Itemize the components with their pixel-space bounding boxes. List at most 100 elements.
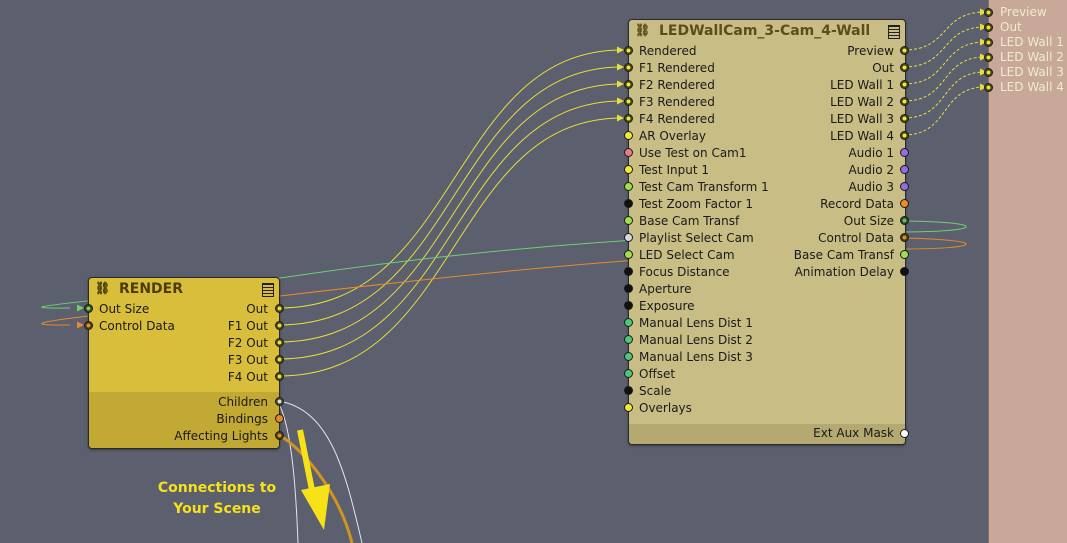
affecting-lights-wire[interactable] bbox=[278, 433, 354, 543]
render-output-port[interactable] bbox=[274, 337, 284, 347]
render-output-port[interactable] bbox=[274, 371, 284, 381]
led-input-port[interactable] bbox=[623, 45, 633, 55]
render-output-port[interactable] bbox=[274, 320, 284, 330]
led-output-port[interactable] bbox=[899, 130, 909, 140]
caption-line: Your Scene bbox=[173, 501, 261, 517]
render-menu-icon[interactable] bbox=[262, 283, 274, 297]
led-input-label: Overlays bbox=[639, 401, 692, 415]
bindings-port[interactable] bbox=[274, 413, 284, 423]
led-to-external-wire[interactable] bbox=[903, 26, 986, 68]
render-aux-label: Affecting Lights bbox=[174, 429, 268, 443]
led-to-external-wire[interactable] bbox=[903, 11, 986, 51]
led-aux-label: Ext Aux Mask bbox=[813, 426, 894, 440]
led-output-port[interactable] bbox=[899, 215, 909, 225]
render-node-title[interactable]: ⛓ RENDER bbox=[95, 281, 183, 297]
led-input-port[interactable] bbox=[623, 385, 633, 395]
led-output-port[interactable] bbox=[899, 62, 909, 72]
led-output-label: LED Wall 2 bbox=[830, 95, 894, 109]
led-input-port[interactable] bbox=[623, 198, 633, 208]
led-output-label: LED Wall 4 bbox=[830, 129, 894, 143]
led-output-label: Out Size bbox=[843, 214, 894, 228]
render-node[interactable]: ⛓ RENDER Out Size Control Data Out F1 Out… bbox=[88, 277, 280, 449]
children-port[interactable] bbox=[274, 396, 284, 406]
out-size-input-port[interactable] bbox=[83, 303, 93, 313]
led-input-label: F3 Rendered bbox=[639, 95, 715, 109]
led-node-title[interactable]: ⛓ LEDWallCam_3-Cam_4-Wall bbox=[635, 23, 870, 39]
led-input-label: Manual Lens Dist 1 bbox=[639, 316, 753, 330]
led-output-port[interactable] bbox=[899, 232, 909, 242]
led-output-port[interactable] bbox=[899, 79, 909, 89]
render-to-led-wire[interactable] bbox=[278, 49, 623, 309]
led-to-external-wire[interactable] bbox=[903, 71, 986, 119]
led-input-port[interactable] bbox=[623, 334, 633, 344]
led-input-port[interactable] bbox=[623, 351, 633, 361]
external-output-port[interactable] bbox=[983, 82, 993, 92]
led-input-port[interactable] bbox=[623, 215, 633, 225]
render-output-label: F4 Out bbox=[227, 370, 268, 384]
link-icon: ⛓ bbox=[95, 281, 111, 295]
render-to-led-wire[interactable] bbox=[278, 66, 623, 326]
led-output-port[interactable] bbox=[899, 45, 909, 55]
external-output-port[interactable] bbox=[983, 37, 993, 47]
led-input-port[interactable] bbox=[623, 62, 633, 72]
scene-connections-caption: Connections to Your Scene bbox=[152, 478, 282, 520]
led-input-port[interactable] bbox=[623, 164, 633, 174]
control-data-input-port[interactable] bbox=[83, 320, 93, 330]
led-input-label: LED Select Cam bbox=[639, 248, 735, 262]
ext-aux-mask-port[interactable] bbox=[899, 428, 909, 438]
render-output-label: F1 Out bbox=[227, 319, 268, 333]
led-input-port[interactable] bbox=[623, 113, 633, 123]
external-output-label: LED Wall 2 bbox=[1000, 50, 1064, 64]
external-output-port[interactable] bbox=[983, 7, 993, 17]
led-input-port[interactable] bbox=[623, 317, 633, 327]
led-output-port[interactable] bbox=[899, 181, 909, 191]
led-to-external-wire[interactable] bbox=[903, 86, 986, 136]
render-output-port[interactable] bbox=[274, 354, 284, 364]
affecting-lights-port[interactable] bbox=[274, 430, 284, 440]
led-output-port[interactable] bbox=[899, 164, 909, 174]
led-input-port[interactable] bbox=[623, 249, 633, 259]
render-output-port[interactable] bbox=[274, 303, 284, 313]
led-input-port[interactable] bbox=[623, 96, 633, 106]
external-output-port[interactable] bbox=[983, 67, 993, 77]
children-wire[interactable] bbox=[278, 400, 363, 543]
render-output-label: F3 Out bbox=[227, 353, 268, 367]
external-output-port[interactable] bbox=[983, 22, 993, 32]
led-input-port[interactable] bbox=[623, 130, 633, 140]
render-to-led-wire[interactable] bbox=[278, 117, 623, 377]
wire-arrowhead bbox=[77, 321, 84, 329]
led-input-port[interactable] bbox=[623, 368, 633, 378]
led-input-port[interactable] bbox=[623, 147, 633, 157]
render-title-text: RENDER bbox=[119, 281, 184, 297]
led-output-port[interactable] bbox=[899, 266, 909, 276]
led-input-label: Manual Lens Dist 2 bbox=[639, 333, 753, 347]
led-input-port[interactable] bbox=[623, 181, 633, 191]
caption-line: Connections to bbox=[157, 480, 277, 496]
led-output-port[interactable] bbox=[899, 198, 909, 208]
led-input-port[interactable] bbox=[623, 300, 633, 310]
led-input-port[interactable] bbox=[623, 266, 633, 276]
led-input-label: Exposure bbox=[639, 299, 695, 313]
led-menu-icon[interactable] bbox=[888, 25, 900, 39]
led-output-label: LED Wall 1 bbox=[830, 78, 894, 92]
led-input-port[interactable] bbox=[623, 79, 633, 89]
led-input-port[interactable] bbox=[623, 232, 633, 242]
led-output-label: Control Data bbox=[818, 231, 894, 245]
led-output-port[interactable] bbox=[899, 113, 909, 123]
led-input-port[interactable] bbox=[623, 283, 633, 293]
led-output-port[interactable] bbox=[899, 249, 909, 259]
led-to-external-wire[interactable] bbox=[903, 41, 986, 85]
led-output-port[interactable] bbox=[899, 96, 909, 106]
external-output-port[interactable] bbox=[983, 52, 993, 62]
render-to-led-wire[interactable] bbox=[278, 100, 623, 360]
render-output-label: F2 Out bbox=[227, 336, 268, 350]
led-output-label: Animation Delay bbox=[794, 265, 894, 279]
render-to-led-wire[interactable] bbox=[278, 83, 623, 343]
ledwallcam-node[interactable]: ⛓ LEDWallCam_3-Cam_4-Wall Rendered F1 Ren… bbox=[628, 19, 906, 445]
led-input-label: Test Zoom Factor 1 bbox=[639, 197, 754, 211]
children-wire[interactable] bbox=[278, 403, 299, 543]
led-input-port[interactable] bbox=[623, 402, 633, 412]
led-input-label: Test Input 1 bbox=[639, 163, 709, 177]
led-input-label: F1 Rendered bbox=[639, 61, 715, 75]
led-output-port[interactable] bbox=[899, 147, 909, 157]
